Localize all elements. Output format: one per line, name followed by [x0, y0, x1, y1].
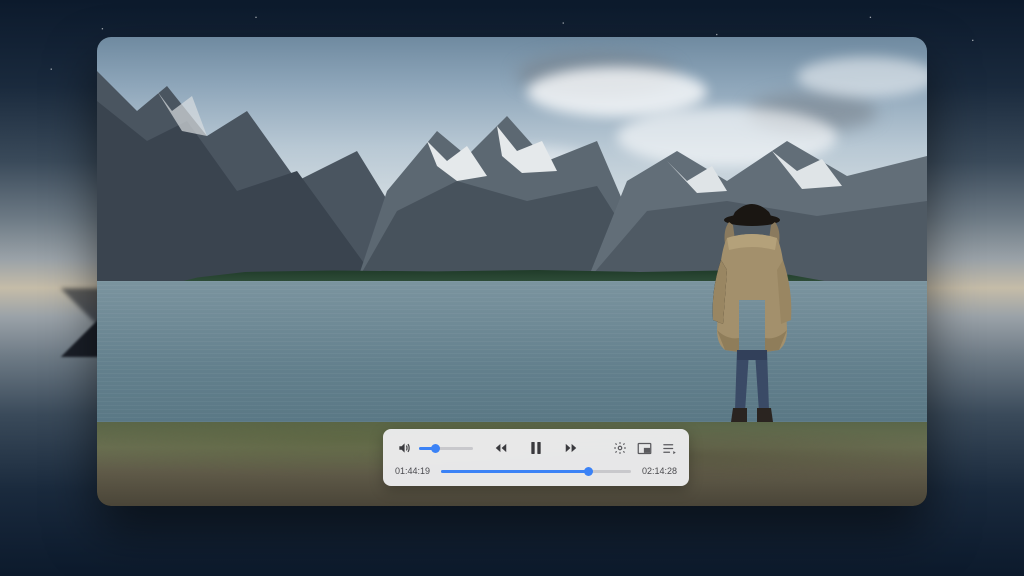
volume-slider[interactable]: [419, 447, 473, 450]
progress-bar[interactable]: [441, 470, 631, 473]
player-controls: 01:44:19 02:14:28: [383, 429, 689, 486]
scene-person: [687, 200, 817, 440]
playlist-button[interactable]: [662, 441, 677, 456]
elapsed-time: 01:44:19: [395, 466, 433, 476]
total-time: 02:14:28: [639, 466, 677, 476]
pip-button[interactable]: [637, 441, 652, 456]
volume-icon[interactable]: [395, 439, 413, 457]
forward-button[interactable]: [562, 439, 580, 457]
video-player-window[interactable]: 01:44:19 02:14:28: [97, 37, 927, 506]
pause-button[interactable]: [526, 438, 546, 458]
rewind-button[interactable]: [492, 439, 510, 457]
settings-button[interactable]: [612, 441, 627, 456]
